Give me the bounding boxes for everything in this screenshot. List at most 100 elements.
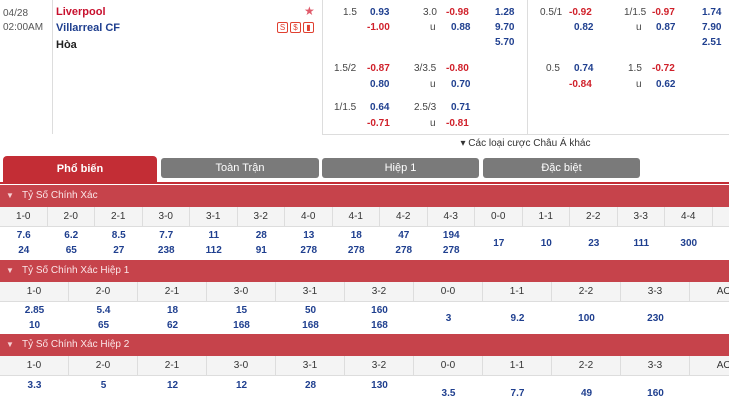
odds-value[interactable]: 0.71 [451,102,470,114]
odds-1x2-home[interactable]: 1.28 [495,7,514,19]
odds-value[interactable]: 168 [207,318,276,333]
odds-value[interactable]: 24 [0,243,48,258]
tab-popular[interactable]: Phổ biến [3,156,157,182]
odds-value[interactable]: 65 [69,318,138,333]
odds-value[interactable]: 27 [95,243,143,258]
odds-value[interactable]: 230 [621,311,690,326]
odds-value[interactable]: 5 [69,378,138,393]
odds-value[interactable]: 0.62 [656,79,675,91]
score-odds-cell[interactable]: 28 91 [238,228,286,258]
score-odds-cell[interactable]: 130 [345,378,414,393]
odds-value[interactable]: 5.4 [69,303,138,318]
odds-value[interactable]: 91 [238,243,286,258]
odds-1x2-away[interactable]: 7.90 [702,22,721,34]
odds-value[interactable]: 238 [143,243,191,258]
odds-value[interactable]: 23 [570,236,618,251]
odds-value[interactable]: 130 [345,378,414,393]
odds-value[interactable]: -1.00 [367,22,390,34]
favorite-star-icon[interactable]: ★ [304,4,315,18]
odds-value[interactable]: 49 [552,386,621,400]
odds-value[interactable]: 0.74 [574,63,593,75]
score-odds-cell[interactable]: 12 [138,378,207,393]
score-odds-cell[interactable]: 28 [276,378,345,393]
odds-value[interactable]: -0.98 [446,7,469,19]
score-odds-cell[interactable]: 2.85 10 [0,303,69,333]
odds-value[interactable]: 65 [48,243,96,258]
odds-value[interactable]: 0.70 [451,79,470,91]
odds-value[interactable]: 9.2 [483,311,552,326]
odds-value[interactable]: 112 [190,243,238,258]
odds-value[interactable]: 15 [207,303,276,318]
score-odds-cell[interactable]: 160 [621,386,690,400]
odds-value[interactable]: 7.7 [483,386,552,400]
odds-value[interactable]: 278 [285,243,333,258]
more-asian-odds-link[interactable]: ▾ Các loại cược Châu Á khác [322,134,729,152]
odds-value[interactable]: 11 [190,228,238,243]
odds-value[interactable]: 18 [333,228,381,243]
odds-value[interactable]: 160 [345,303,414,318]
odds-value[interactable]: 10 [523,236,571,251]
score-odds-cell[interactable]: 23 [570,228,618,251]
odds-value[interactable]: 0.64 [370,102,389,114]
score-odds-cell[interactable]: 49 [552,386,621,400]
score-odds-cell[interactable]: 230 [621,303,690,326]
score-odds-cell[interactable]: 8.5 27 [95,228,143,258]
odds-value[interactable]: 10 [0,318,69,333]
section-header-correct-score-h2[interactable]: ▼ Tỷ Số Chính Xác Hiệp 2 [0,334,729,356]
odds-value[interactable]: -0.97 [652,7,675,19]
odds-value[interactable]: 0.88 [451,22,470,34]
odds-1x2-draw[interactable]: 2.51 [702,37,721,49]
bar-chart-icon[interactable]: ▮ [303,22,314,33]
odds-value[interactable]: 0.93 [370,7,389,19]
score-odds-cell[interactable]: 47 278 [380,228,428,258]
odds-value[interactable]: -0.72 [652,63,675,75]
odds-value[interactable]: 168 [345,318,414,333]
score-odds-cell[interactable]: 111 [618,228,666,251]
odds-value[interactable]: 3.3 [0,378,69,393]
score-odds-cell[interactable]: 5 [69,378,138,393]
odds-value[interactable]: 0.87 [656,22,675,34]
dollar-icon[interactable]: $ [290,22,301,33]
tab-special[interactable]: Đặc biệt [483,158,640,178]
score-odds-cell[interactable]: 18 278 [333,228,381,258]
odds-value[interactable]: 18 [138,303,207,318]
away-team[interactable]: Villarreal CF [56,22,120,34]
score-odds-cell[interactable]: 100 [552,303,621,326]
odds-value[interactable]: -0.81 [446,118,469,130]
odds-value[interactable]: 0.82 [574,22,593,34]
odds-value[interactable]: -0.71 [367,118,390,130]
odds-value[interactable]: 0.80 [370,79,389,91]
odds-value[interactable]: 28 [238,228,286,243]
odds-value[interactable]: -0.80 [446,63,469,75]
stats-s-icon[interactable]: S [277,22,288,33]
odds-1x2-home[interactable]: 1.74 [702,7,721,19]
score-odds-cell[interactable]: 3.3 [0,378,69,393]
odds-value[interactable]: 2.85 [0,303,69,318]
odds-value[interactable]: 160 [621,386,690,400]
score-odds-cell[interactable]: 160 168 [345,303,414,333]
score-odds-cell[interactable]: 13 278 [285,228,333,258]
odds-value[interactable]: 111 [618,236,666,251]
odds-value[interactable]: 7.7 [143,228,191,243]
odds-value[interactable]: 278 [380,243,428,258]
score-odds-cell[interactable]: 194 278 [428,228,476,258]
score-odds-cell[interactable]: 15 168 [207,303,276,333]
odds-value[interactable]: 12 [207,378,276,393]
odds-value[interactable]: -0.92 [569,7,592,19]
odds-value[interactable]: 28 [276,378,345,393]
odds-value[interactable]: 3.5 [414,386,483,400]
odds-value[interactable]: 3 [414,311,483,326]
score-odds-cell[interactable]: 7.7 238 [143,228,191,258]
section-header-correct-score-h1[interactable]: ▼ Tỷ Số Chính Xác Hiệp 1 [0,260,729,282]
odds-value[interactable]: 12 [138,378,207,393]
score-odds-cell[interactable]: 7.6 24 [0,228,48,258]
score-odds-cell[interactable] [690,303,729,311]
odds-value[interactable]: 50 [276,303,345,318]
score-odds-cell[interactable]: 50 168 [276,303,345,333]
home-team[interactable]: Liverpool [56,6,106,18]
odds-value[interactable]: 194 [428,228,476,243]
odds-value[interactable]: -0.84 [569,79,592,91]
odds-1x2-draw[interactable]: 5.70 [495,37,514,49]
odds-value[interactable]: 300 [665,236,713,251]
score-odds-cell[interactable]: 7.7 [483,386,552,400]
